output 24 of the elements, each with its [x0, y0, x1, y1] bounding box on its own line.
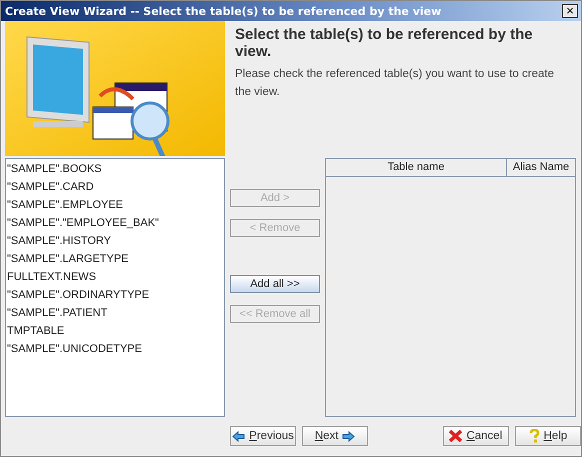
- cancel-button[interactable]: Cancel: [442, 426, 509, 446]
- close-button[interactable]: ×: [562, 4, 578, 18]
- table-list-item[interactable]: "SAMPLE".PATIENT: [6, 304, 224, 322]
- next-button[interactable]: Next: [302, 426, 368, 446]
- window-title: Create View Wizard -- Select the table(s) to be referenced by the view: [5, 4, 442, 18]
- table-list-item[interactable]: "SAMPLE"."EMPLOYEE_BAK": [6, 214, 224, 232]
- table-list-item[interactable]: "SAMPLE".BOOKS: [6, 160, 224, 178]
- previous-button[interactable]: Previous: [230, 426, 296, 446]
- table-list-item[interactable]: "SAMPLE".HISTORY: [6, 232, 224, 250]
- left-arrow-icon: [232, 430, 246, 442]
- table-list-item[interactable]: "SAMPLE".UNICODETYPE: [6, 340, 224, 358]
- transfer-button[interactable]: Add all >>: [230, 275, 320, 293]
- cross-icon: [449, 430, 462, 442]
- table-list-item[interactable]: TMPTABLE: [6, 322, 224, 340]
- step-heading: Select the table(s) to be referenced by the view.: [235, 26, 534, 60]
- right-arrow-icon: [342, 430, 356, 442]
- table-list-item[interactable]: "SAMPLE".CARD: [6, 178, 224, 196]
- step-description: Please check the referenced table(s) you want to use to create the view.: [235, 67, 555, 100]
- table-list-item[interactable]: "SAMPLE".LARGETYPE: [6, 250, 224, 268]
- question-mark-icon: [528, 429, 540, 443]
- table-list-item[interactable]: "SAMPLE".EMPLOYEE: [6, 196, 224, 214]
- table-list-item[interactable]: FULLTEXT.NEWS: [6, 268, 224, 286]
- table-list-item[interactable]: "SAMPLE".ORDINARYTYPE: [6, 286, 224, 304]
- help-button[interactable]: Help: [514, 426, 581, 446]
